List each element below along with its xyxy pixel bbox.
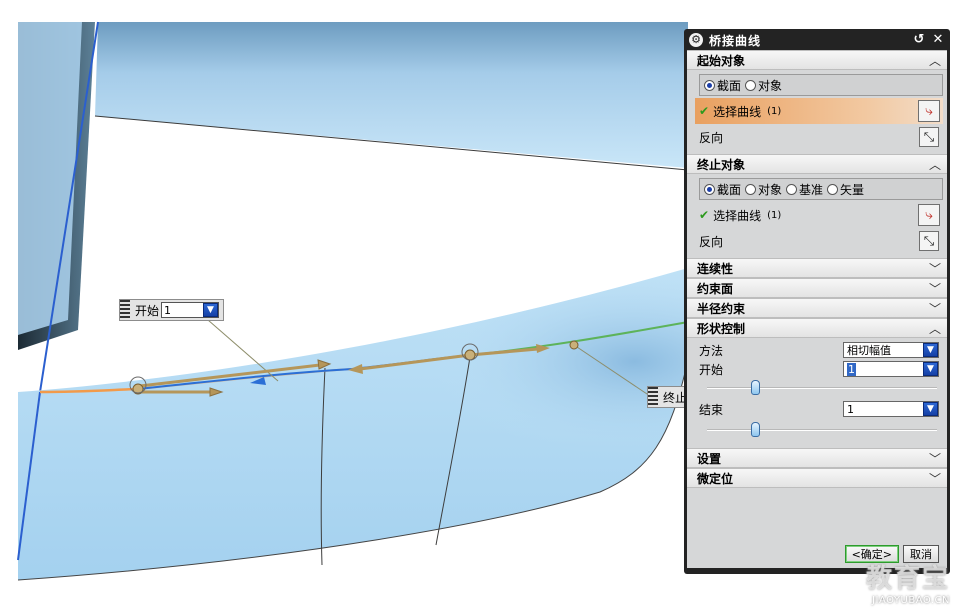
start-object-radio-group: 截面 对象 (699, 74, 943, 96)
chevron-down-icon[interactable]: ﹀ (929, 300, 941, 317)
section-settings[interactable]: 设置 ﹀ (687, 448, 947, 468)
radio-end-section[interactable]: 截面 (704, 181, 741, 198)
gear-icon[interactable]: ⚙ (689, 33, 703, 47)
end-object-radio-group: 截面 对象 基准 矢量 (699, 178, 943, 200)
section-shape-control[interactable]: 形状控制 ︿ (687, 318, 947, 338)
chevron-up-icon[interactable]: ︿ (929, 156, 941, 173)
watermark: 教育宝 JIAOYUBAO.CN (865, 564, 950, 606)
shape-control-body: 方法 相切幅值 ▼ 开始 1 ▼ 结束 1 ▼ (687, 338, 947, 444)
select-curve-icon[interactable]: ⤷ (918, 204, 940, 226)
reverse-direction-icon[interactable]: ⤡ (919, 231, 939, 251)
chevron-up-icon[interactable]: ︿ (929, 52, 941, 69)
radio-end-vector[interactable]: 矢量 (827, 181, 864, 198)
chevron-down-icon[interactable]: ﹀ (929, 280, 941, 297)
section-radius-constraint[interactable]: 半径约束 ﹀ (687, 298, 947, 318)
select-curve-icon[interactable]: ⤷ (918, 100, 940, 122)
section-continuity[interactable]: 连续性 ﹀ (687, 258, 947, 278)
checkmark-icon: ✔ (699, 208, 710, 222)
method-row: 方法 相切幅值 ▼ (699, 340, 943, 360)
slider-thumb[interactable] (751, 380, 760, 395)
dropdown-arrow-icon[interactable]: ▼ (923, 362, 938, 376)
checkmark-icon: ✔ (699, 104, 710, 118)
section-fine-positioning[interactable]: 微定位 ﹀ (687, 468, 947, 488)
close-icon[interactable]: ✕ (929, 32, 947, 48)
floating-start-value[interactable]: 1 ▼ (161, 302, 220, 318)
reset-icon[interactable]: ↺ (910, 32, 928, 48)
start-object-body: 截面 对象 ✔ 选择曲线 (1) ⤷ 反向 ⤡ (687, 70, 947, 154)
floating-start-field[interactable]: 开始 1 ▼ (119, 299, 225, 321)
bridge-curve-dialog: ⚙ 桥接曲线 ↺ ✕ 起始对象 ︿ 截面 对象 ✔ 选择曲线 (1) ⤷ 反向 … (684, 29, 950, 574)
dropdown-arrow-icon[interactable]: ▼ (923, 402, 938, 416)
end-reverse-row: 反向 ⤡ (699, 228, 943, 254)
dropdown-arrow-icon[interactable]: ▼ (923, 343, 938, 357)
end-magnitude-input[interactable]: 1 ▼ (843, 401, 939, 417)
radio-end-datum[interactable]: 基准 (786, 181, 823, 198)
dialog-body: 起始对象 ︿ 截面 对象 ✔ 选择曲线 (1) ⤷ 反向 ⤡ 终止对象 ︿ 截面… (687, 50, 947, 568)
dropdown-arrow-icon[interactable]: ▼ (203, 303, 219, 317)
slider-thumb[interactable] (751, 422, 760, 437)
drag-grip-icon[interactable] (648, 387, 658, 407)
section-end-object[interactable]: 终止对象 ︿ (687, 154, 947, 174)
end-object-body: 截面 对象 基准 矢量 ✔ 选择曲线 (1) ⤷ 反向 ⤡ (687, 174, 947, 258)
dialog-title: 桥接曲线 (709, 33, 762, 48)
section-start-object[interactable]: 起始对象 ︿ (687, 50, 947, 70)
start-magnitude-slider[interactable] (699, 378, 937, 398)
reverse-direction-icon[interactable]: ⤡ (919, 127, 939, 147)
radio-end-object[interactable]: 对象 (745, 181, 782, 198)
top-surface (95, 22, 688, 168)
chevron-down-icon[interactable]: ﹀ (929, 450, 941, 467)
start-select-curve-row[interactable]: ✔ 选择曲线 (1) ⤷ (695, 98, 943, 124)
radio-start-object[interactable]: 对象 (745, 77, 782, 94)
floating-start-label: 开始 (135, 303, 160, 318)
start-magnitude-input[interactable]: 1 ▼ (843, 361, 939, 377)
radio-start-section[interactable]: 截面 (704, 77, 741, 94)
start-reverse-row: 反向 ⤡ (699, 124, 943, 150)
method-select[interactable]: 相切幅值 ▼ (843, 342, 939, 358)
section-constraint-face[interactable]: 约束面 ﹀ (687, 278, 947, 298)
drag-grip-icon[interactable] (120, 300, 130, 320)
end-magnitude-row: 结束 1 ▼ (699, 398, 943, 420)
chevron-down-icon[interactable]: ﹀ (929, 470, 941, 487)
end-magnitude-slider[interactable] (699, 420, 937, 440)
chevron-down-icon[interactable]: ﹀ (929, 260, 941, 277)
dialog-title-bar[interactable]: ⚙ 桥接曲线 ↺ ✕ (687, 30, 947, 50)
start-magnitude-row: 开始 1 ▼ (699, 360, 943, 378)
end-select-curve-row[interactable]: ✔ 选择曲线 (1) ⤷ (699, 202, 943, 228)
chevron-up-icon[interactable]: ︿ (929, 320, 941, 337)
